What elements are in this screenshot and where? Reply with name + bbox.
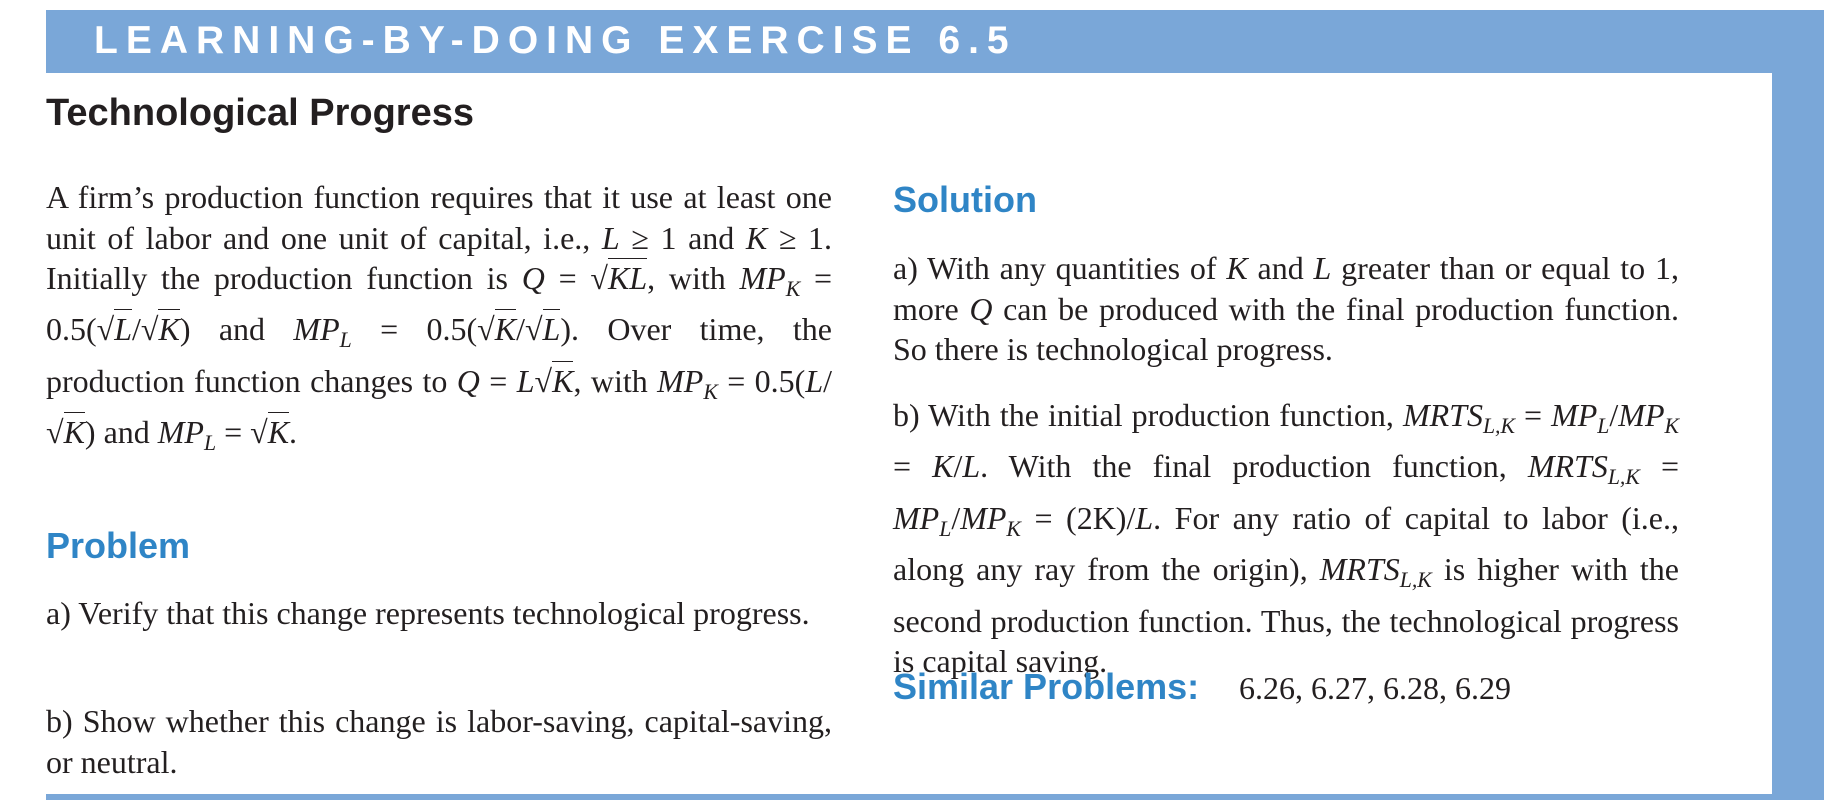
problem-heading: Problem [46, 525, 191, 566]
exercise-title: Technological Progress [46, 92, 474, 134]
solution-part-a: a) With any quantities of K and L greate… [893, 250, 1680, 367]
problem-part-a: a) Verify that this change represents te… [46, 595, 810, 631]
right-border [1772, 10, 1824, 800]
sqrt-kl: √KL [590, 258, 648, 296]
solution-heading: Solution [893, 179, 1037, 220]
solution-part-b: b) With the initial production function,… [893, 397, 1680, 680]
similar-problems-label: Similar Problems: [893, 666, 1200, 707]
bottom-border [46, 794, 1824, 800]
similar-problems: Similar Problems: 6.26, 6.27, 6.28, 6.29 [893, 666, 1511, 708]
intro-paragraph: A firm’s production function requires th… [46, 179, 833, 456]
exercise-banner: LEARNING-BY-DOING EXERCISE 6.5 [94, 19, 1017, 62]
problem-part-b: b) Show whether this change is labor-sav… [46, 703, 832, 780]
similar-problems-list: 6.26, 6.27, 6.28, 6.29 [1239, 670, 1511, 706]
intro-block: A firm’s production function requires th… [46, 177, 832, 464]
